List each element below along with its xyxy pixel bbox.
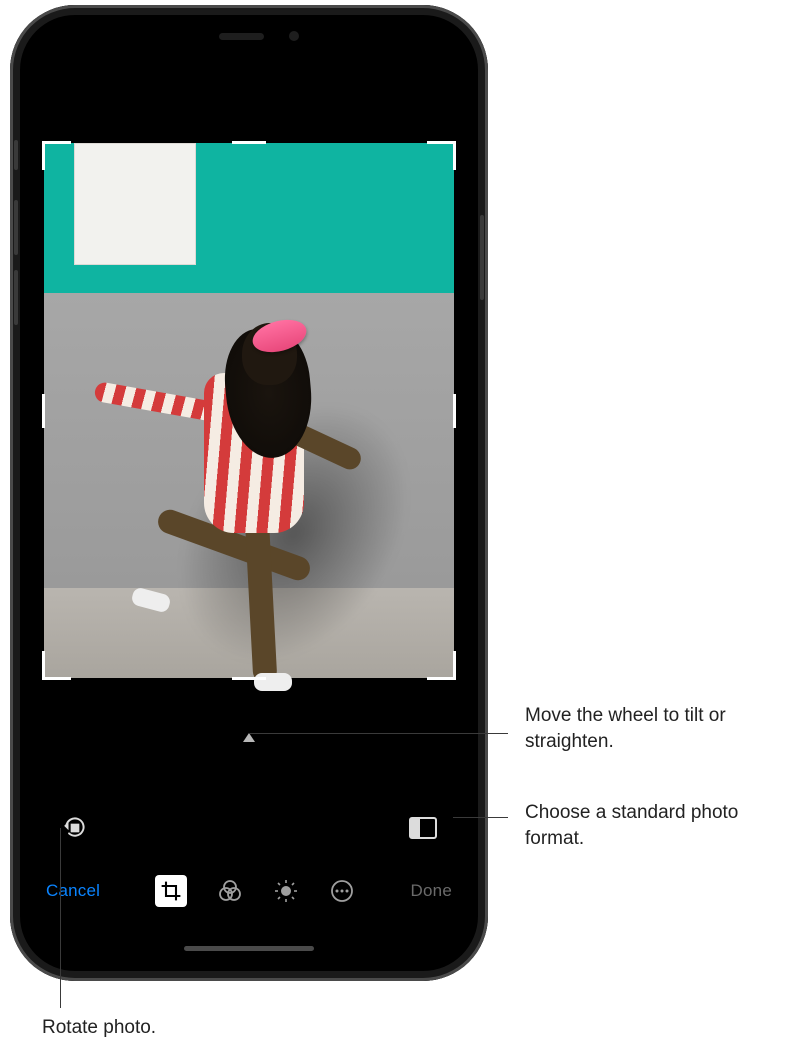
crop-handle-top[interactable] [232,141,266,144]
crop-tool-button[interactable] [155,875,187,907]
photo-preview [44,143,454,678]
crop-icon [161,881,181,901]
callout-wheel: Move the wheel to tilt or straighten. [525,703,785,754]
more-tool-button[interactable] [329,878,355,904]
crop-handle-right[interactable] [453,394,456,428]
volume-down-button [14,270,18,325]
callout-line [453,817,508,818]
bottom-toolbar: Cancel [28,875,470,907]
crop-handle-bottom-left[interactable] [42,651,71,680]
home-indicator[interactable] [184,946,314,951]
screen: -30-20-100102030 [28,23,470,963]
callout-aspect: Choose a standard photo format. [525,800,785,851]
callout-line [248,733,508,734]
aspect-ratio-button[interactable] [408,813,438,843]
done-button[interactable]: Done [411,881,452,901]
wheel-pointer-icon [243,733,255,742]
rotate-button[interactable] [60,813,90,843]
silent-switch [14,140,18,170]
side-button [480,215,484,300]
photo-edit-crop-view: -30-20-100102030 [28,23,470,963]
cancel-button[interactable]: Cancel [46,881,100,901]
more-icon [330,879,354,903]
notch [149,23,349,51]
adjust-icon [274,879,298,903]
iphone-frame: -30-20-100102030 [10,5,488,981]
crop-handle-top-right[interactable] [427,141,456,170]
callout-line [60,828,61,1008]
rotate-icon [62,815,88,841]
crop-handle-bottom-right[interactable] [427,651,456,680]
volume-up-button [14,200,18,255]
aspect-ratio-icon [409,817,437,839]
straighten-wheel[interactable]: -30-20-100102030 [28,678,470,758]
filters-icon [218,879,242,903]
crop-handle-top-left[interactable] [42,141,71,170]
crop-handle-left[interactable] [42,394,45,428]
callout-rotate: Rotate photo. [42,1015,156,1041]
filters-tool-button[interactable] [217,878,243,904]
adjust-tool-button[interactable] [273,878,299,904]
photo-crop-viewport[interactable] [44,143,454,678]
